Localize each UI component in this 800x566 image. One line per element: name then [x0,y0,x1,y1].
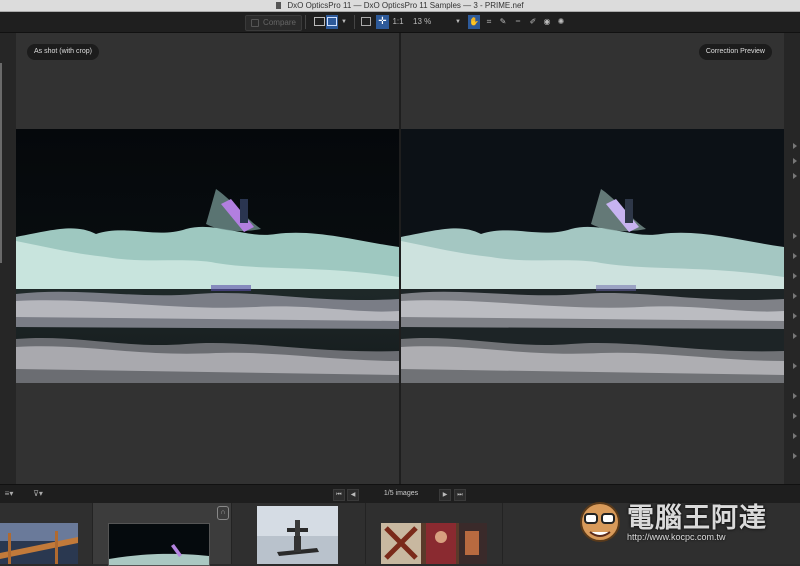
expand-arrow-icon[interactable] [793,233,797,239]
watermark-title: 電腦王阿達 [627,503,767,534]
toolbar-divider [354,15,355,29]
expand-arrow-icon[interactable] [793,433,797,439]
first-image-button[interactable]: ⏮ [333,489,345,501]
play-back-icon: ◀ [350,492,356,498]
move-arrows-icon: ✛ [378,16,387,27]
expand-arrow-icon[interactable] [793,363,797,369]
mascot-logo-icon [580,502,620,542]
zoom-1-1-button[interactable]: 1:1 [391,15,405,29]
thumbnail-surf [108,523,210,566]
before-pane: As shot (with crop) [16,33,399,484]
horizon-tool-button[interactable]: ═ [511,15,525,29]
filter-button[interactable]: ⊽▾ [28,488,48,500]
after-photo[interactable] [401,129,784,383]
white-balance-tool-button[interactable]: ✎ [497,15,509,29]
filmstrip-item[interactable] [0,503,93,564]
expand-arrow-icon[interactable] [793,333,797,339]
hand-icon: ✋ [469,17,479,26]
horizon-icon: ═ [515,19,521,25]
filmstrip-item[interactable] [232,503,366,564]
skip-forward-icon: ⏭ [457,492,463,498]
split-view-button[interactable] [326,15,338,29]
zoom-value: 13 % [413,17,432,26]
expand-arrow-icon[interactable] [793,393,797,399]
expand-arrow-icon[interactable] [793,173,797,179]
settings-tool-button[interactable]: ✺ [555,15,567,29]
compare-label: Compare [263,18,296,27]
crop-tool-button[interactable]: ⌗ [483,15,495,29]
view-mode-dropdown[interactable]: ▼ [340,15,348,29]
right-panel-edge [784,33,800,484]
toolbar-divider [305,15,306,29]
left-scroll-edge[interactable] [0,63,2,263]
expand-arrow-icon[interactable] [793,293,797,299]
brush-icon: ✐ [529,17,537,26]
watermark-url: http://www.kocpc.com.tw [627,532,726,542]
left-panel-edge [0,33,16,484]
after-label: Correction Preview [698,44,772,60]
top-toolbar: Compare ▼ ✛ 1:1 13 % ▼ ✋ ⌗ ✎ ═ ✐ ◉ ✺ [0,12,800,33]
expand-arrow-icon[interactable] [793,413,797,419]
image-viewer: As shot (with crop) Correction Preview [16,33,784,484]
thumbnail-bridge [0,523,78,564]
red-eye-tool-button[interactable]: ◉ [541,15,553,29]
zoom-select[interactable]: 13 % ▼ [410,15,463,29]
site-watermark: 電腦王阿達 http://www.kocpc.com.tw [575,490,800,560]
lock-icon[interactable]: ∩ [217,506,229,520]
sort-icon: ≡▾ [4,489,14,498]
window-title: DxO OpticsPro 11 — DxO OpticsPro 11 Samp… [287,1,524,10]
before-photo[interactable] [16,129,399,383]
eyedropper-icon: ✎ [499,17,507,26]
expand-arrow-icon[interactable] [793,313,797,319]
expand-arrow-icon[interactable] [793,253,797,259]
compare-icon [251,18,260,27]
single-view-icon [313,17,325,27]
expand-arrow-icon[interactable] [793,453,797,459]
after-pane: Correction Preview [401,33,784,484]
filmstrip-item-selected[interactable]: ∩ [93,503,232,566]
window-titlebar: DxO OpticsPro 11 — DxO OpticsPro 11 Samp… [0,0,800,12]
skip-back-icon: ⏮ [336,492,342,498]
before-label: As shot (with crop) [27,44,99,60]
expand-arrow-icon[interactable] [793,273,797,279]
sort-button[interactable]: ≡▾ [0,488,18,500]
previous-image-button[interactable]: ◀ [347,489,359,501]
compare-button[interactable]: Compare [245,15,302,31]
expand-arrow-icon[interactable] [793,158,797,164]
frame-icon [361,17,371,27]
surf-photo-before [16,129,399,383]
gear-icon: ✺ [557,17,565,26]
chevron-down-icon: ▼ [455,19,461,25]
thumbnail-acrobats [257,506,338,564]
eye-icon: ◉ [543,17,551,26]
chevron-down-icon: ▼ [341,19,347,25]
next-image-button[interactable]: ▶ [439,489,451,501]
filter-icon: ⊽▾ [33,489,43,498]
filmstrip-item[interactable] [366,503,503,564]
play-forward-icon: ▶ [442,492,448,498]
thumbnail-market [381,523,487,564]
split-view-icon [327,17,337,27]
single-view-button[interactable] [312,15,326,29]
surf-photo-after [401,129,784,383]
expand-arrow-icon[interactable] [793,143,797,149]
move-tool-button[interactable]: ✛ [376,15,389,29]
crop-icon: ⌗ [486,17,492,26]
crop-preview-button[interactable] [360,15,372,29]
last-image-button[interactable]: ⏭ [454,489,466,501]
hand-tool-button[interactable]: ✋ [468,15,480,29]
repair-tool-button[interactable]: ✐ [527,15,539,29]
image-counter: 1/5 images [383,490,419,497]
document-icon [276,2,282,10]
